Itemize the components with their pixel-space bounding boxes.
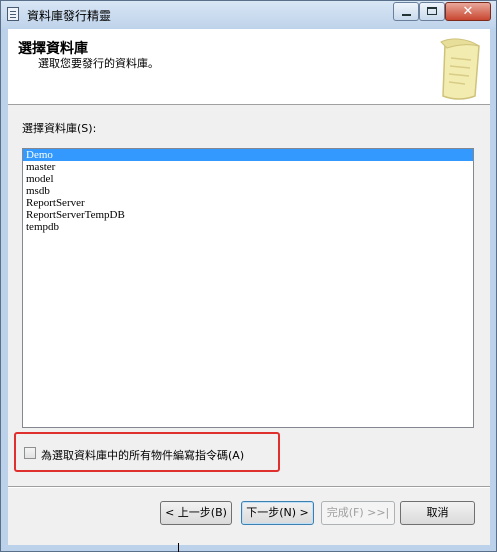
list-item[interactable]: master [23,161,473,173]
minimize-icon [402,14,411,16]
wizard-body: 選擇資料庫 選取您要發行的資料庫。 選擇資料庫(S): Demo master … [8,29,490,545]
footer-divider [8,486,490,488]
list-item[interactable]: model [23,173,473,185]
minimize-button[interactable] [393,2,419,21]
maximize-icon [427,7,437,15]
list-item[interactable]: msdb [23,185,473,197]
finish-button[interactable]: 完成(F) >>| [321,501,395,525]
database-listbox[interactable]: Demo master model msdb ReportServer Repo… [22,148,474,428]
list-item[interactable]: tempdb [23,221,473,233]
wizard-app-icon [7,7,19,21]
wizard-window: 資料庫發行精靈 ✕ 選擇資料庫 選取您要發行的資料庫。 選擇資料庫(S): De… [0,0,497,552]
title-bar[interactable]: 資料庫發行精靈 ✕ [1,1,496,28]
cancel-button[interactable]: 取消 [400,501,475,525]
text-cursor [178,543,179,552]
wizard-header: 選擇資料庫 選取您要發行的資料庫。 [8,29,490,105]
scroll-icon [440,38,480,100]
list-item[interactable]: ReportServer [23,197,473,209]
script-all-checkbox-label[interactable]: 為選取資料庫中的所有物件編寫指令碼(A) [41,447,244,463]
page-subtitle: 選取您要發行的資料庫。 [38,57,159,70]
back-button[interactable]: < 上一步(B) [160,501,232,525]
list-item[interactable]: ReportServerTempDB [23,209,473,221]
close-icon: ✕ [462,4,474,19]
window-title: 資料庫發行精靈 [27,9,112,23]
database-list-label: 選擇資料庫(S): [22,122,97,135]
maximize-button[interactable] [419,2,445,21]
list-item[interactable]: Demo [23,149,473,161]
close-button[interactable]: ✕ [445,2,491,21]
next-button[interactable]: 下一步(N) > [241,501,314,525]
script-all-checkbox[interactable] [24,447,36,459]
